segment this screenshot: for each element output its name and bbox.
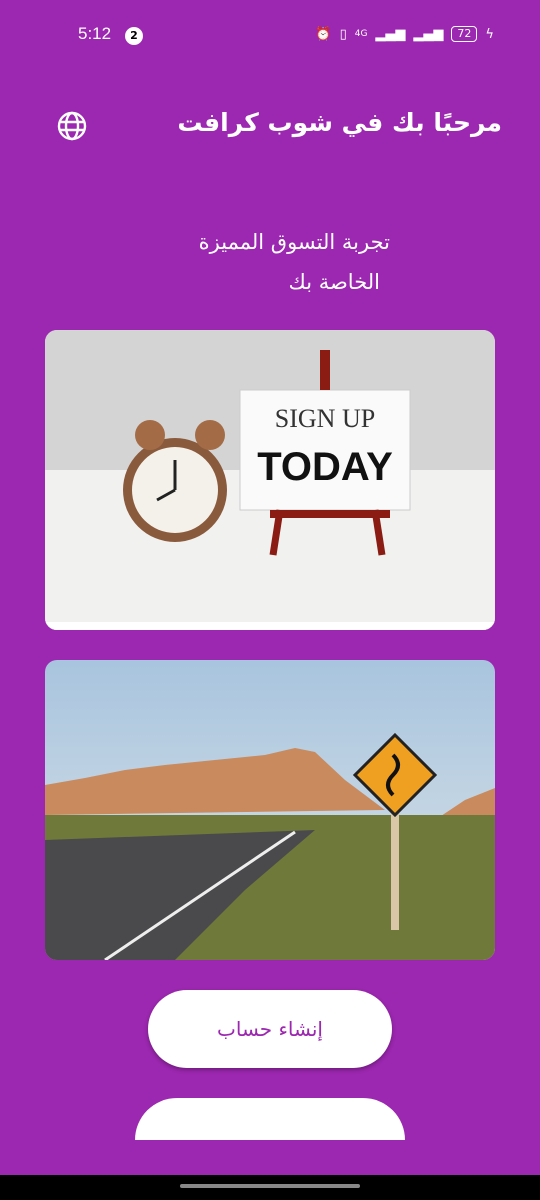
- home-gesture-handle[interactable]: [180, 1184, 360, 1188]
- header: مرحبًا بك في شوب كرافت: [0, 108, 540, 148]
- notification-badge: 2: [125, 27, 143, 45]
- sign-text-2: TODAY: [257, 445, 393, 489]
- login-button[interactable]: [135, 1098, 405, 1140]
- status-time: 5:12: [78, 24, 112, 43]
- alarm-icon: ⏰: [315, 26, 332, 42]
- signup-today-image: SIGN UP TODAY: [45, 330, 495, 630]
- vibrate-icon: ▯: [339, 26, 347, 42]
- subtitle-line-2: الخاصة بك: [288, 270, 381, 294]
- status-bar: 5:12 2 ⏰ ▯ 4G ▂▄▆ ▂▄▆ 72 ϟ: [0, 24, 540, 50]
- subtitle-line-1: تجربة التسوق المميزة: [198, 230, 390, 254]
- create-account-button[interactable]: إنشاء حساب: [148, 990, 392, 1068]
- status-icons: ⏰ ▯ 4G ▂▄▆ ▂▄▆ 72 ϟ: [315, 26, 494, 42]
- page-title: مرحبًا بك في شوب كرافت: [177, 108, 502, 137]
- charging-icon: ϟ: [485, 26, 494, 42]
- navigation-bar: [0, 1175, 540, 1200]
- battery-icon: 72: [451, 26, 478, 42]
- network-label: 4G: [354, 29, 368, 39]
- sign-text-1: SIGN UP: [275, 404, 375, 433]
- signal-icon-2: ▂▄▆: [413, 26, 444, 42]
- winding-road-image: [45, 660, 495, 960]
- signal-icon: ▂▄▆: [375, 26, 406, 42]
- subtitle: تجربة التسوق المميزة الخاصة بك: [130, 222, 390, 302]
- globe-icon[interactable]: [56, 110, 88, 142]
